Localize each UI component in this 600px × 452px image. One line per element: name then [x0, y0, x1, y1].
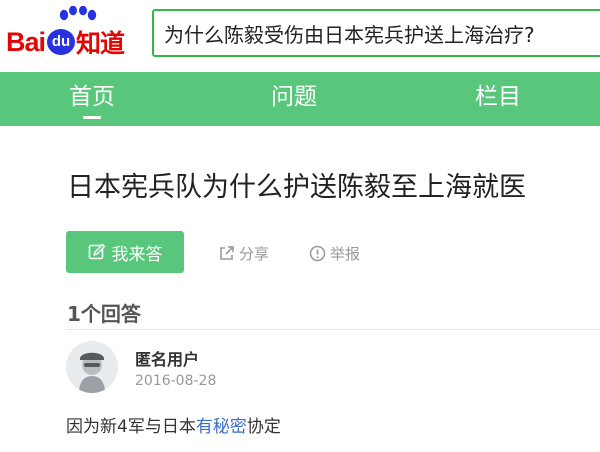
search-box[interactable] — [152, 9, 600, 57]
logo-bai-text: Bai — [6, 26, 46, 57]
share-label: 分享 — [239, 244, 270, 263]
logo-zhidao-text: 知道 — [76, 29, 125, 58]
tab-questions[interactable]: 问题 — [224, 72, 364, 126]
answer-button[interactable]: 我来答 — [66, 231, 184, 273]
edit-icon — [88, 243, 105, 260]
answer-count: 1个回答 — [67, 302, 141, 326]
alert-icon — [309, 245, 326, 261]
section-divider — [66, 329, 600, 330]
question-title: 日本宪兵队为什么护送陈毅至上海就医 — [67, 172, 526, 203]
share-button[interactable]: 分享 — [218, 241, 269, 265]
tab-columns[interactable]: 栏目 — [428, 72, 568, 126]
answer-keyword-link[interactable]: 有秘密 — [196, 417, 247, 437]
answer-username: 匿名用户 — [135, 350, 200, 369]
avatar[interactable] — [66, 341, 118, 393]
top-header: Bai du 知道 — [0, 0, 600, 73]
answer-date: 2016-08-28 — [135, 373, 217, 389]
anonymous-user-icon — [66, 341, 118, 393]
nav-bar: 首页 问题 栏目 — [0, 72, 600, 126]
report-button[interactable]: 举报 — [309, 241, 360, 265]
answer-text-after: 协定 — [246, 417, 281, 437]
share-icon — [220, 245, 234, 260]
baidu-zhidao-logo[interactable]: Bai du 知道 — [6, 4, 144, 62]
active-tab-indicator — [83, 116, 101, 119]
answer-text-before: 因为新4军与日本 — [66, 417, 196, 437]
search-input[interactable] — [164, 11, 600, 55]
logo-du-badge: du — [47, 29, 76, 55]
answer-button-label: 我来答 — [111, 244, 163, 265]
answer-text: 因为新4军与日本有秘密协定 — [66, 412, 281, 437]
report-label: 举报 — [330, 244, 361, 263]
logo-wordmark: Bai du 知道 — [6, 26, 125, 59]
